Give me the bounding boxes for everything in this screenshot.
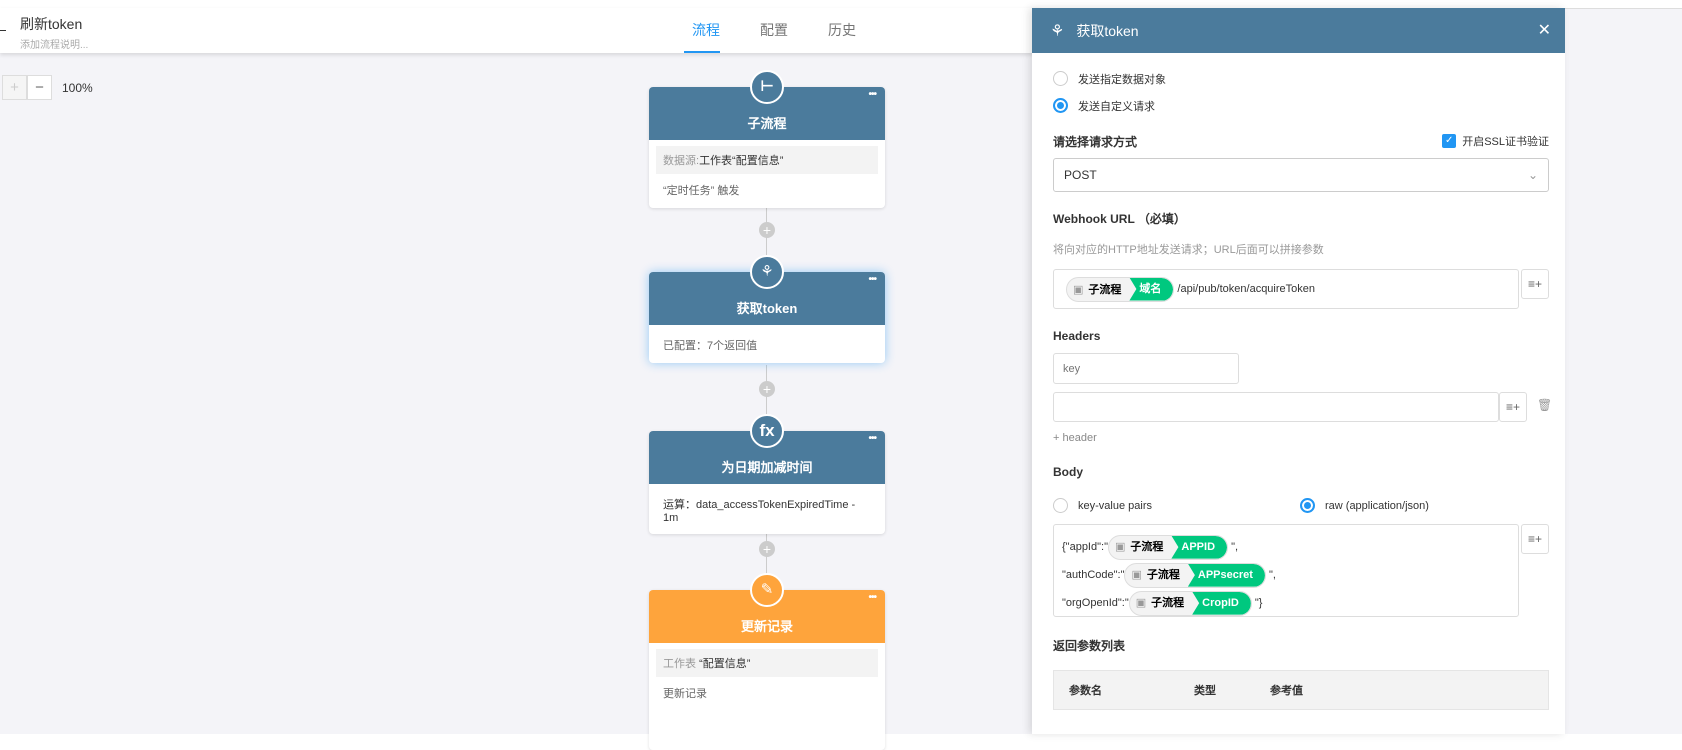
edit-icon: ✎: [750, 573, 784, 607]
more-icon[interactable]: •••: [868, 433, 876, 444]
more-icon[interactable]: •••: [868, 592, 876, 603]
flow-description[interactable]: 添加流程说明...: [20, 36, 88, 51]
method-label: 请选择请求方式: [1053, 134, 1138, 149]
zoom-out-button[interactable]: −: [27, 75, 52, 100]
node-title: 更新记录: [740, 619, 793, 634]
calendar-icon: ▣: [1073, 284, 1084, 296]
radio-label: raw (application/json): [1325, 499, 1429, 512]
body-line: {"appId":" ▣ 子流程 APPID ",: [1062, 533, 1510, 561]
more-icon[interactable]: •••: [868, 89, 876, 100]
add-node-button[interactable]: +: [759, 541, 775, 557]
header-key-input[interactable]: [1053, 353, 1239, 384]
source-value: 工作表“配置信息”: [699, 155, 784, 167]
insert-variable-button[interactable]: ≡+: [1521, 524, 1549, 554]
delete-icon[interactable]: 🗑: [1537, 398, 1552, 412]
webhook-icon: ⚘: [1050, 22, 1065, 40]
insert-variable-button[interactable]: ≡+: [1499, 392, 1527, 422]
source-value: “配置信息”: [699, 658, 751, 670]
node-title: 为日期加减时间: [721, 460, 813, 475]
tab-history[interactable]: 历史: [808, 8, 876, 53]
variable-tag[interactable]: ▣ 子流程 APPsecret: [1124, 562, 1266, 588]
node-text: 运算：data_accessTokenExpiredTime - 1m: [663, 499, 856, 524]
checkbox-checked-icon[interactable]: ✓: [1442, 134, 1457, 148]
node-text: “定时任务” 触发: [663, 185, 740, 197]
body-label: Body: [1053, 465, 1083, 479]
header-value-input[interactable]: [1053, 392, 1499, 422]
top-bar: 刷新token 添加流程说明... 流程 配置 历史: [0, 8, 1040, 53]
more-icon[interactable]: •••: [868, 274, 876, 285]
body-json-input[interactable]: {"appId":" ▣ 子流程 APPID ", "authCode":" ▣ 子流程 A…: [1053, 524, 1519, 617]
zoom-in-button[interactable]: +: [2, 75, 27, 100]
add-node-button[interactable]: +: [759, 222, 775, 238]
radio-label: key-value pairs: [1078, 499, 1152, 512]
url-suffix: /api/pub/token/acquireToken: [1177, 283, 1316, 295]
radio-circle[interactable]: [1053, 498, 1068, 513]
column-header: 参考值: [1270, 685, 1303, 697]
variable-tag[interactable]: ▣ 子流程 APPID: [1107, 534, 1229, 560]
column-header: 类型: [1194, 685, 1216, 697]
ssl-checkbox[interactable]: ✓ 开启SSL证书验证: [1442, 133, 1549, 149]
add-node-button[interactable]: +: [759, 381, 775, 397]
node-title: 子流程: [747, 116, 787, 131]
radio-circle[interactable]: [1053, 98, 1068, 113]
radio-label: 发送指定数据对象: [1078, 73, 1166, 86]
tab-config[interactable]: 配置: [740, 8, 808, 53]
variable-tag[interactable]: ▣ 子流程 域名: [1066, 276, 1175, 302]
method-value: POST: [1064, 168, 1097, 182]
add-header-button[interactable]: + header: [1053, 432, 1549, 444]
panel-title: 获取token: [1076, 22, 1139, 39]
back-icon[interactable]: [0, 30, 6, 31]
zoom-level: 100%: [62, 80, 93, 95]
flow-title[interactable]: 刷新token: [20, 14, 82, 34]
zoom-controls: + − 100%: [2, 75, 93, 100]
node-text: 已配置：7个返回值: [663, 340, 758, 352]
ssl-label: 开启SSL证书验证: [1462, 136, 1549, 148]
subprocess-icon: ⊢: [750, 70, 784, 104]
return-params-table-header: 参数名 类型 参考值: [1053, 670, 1549, 710]
headers-label: Headers: [1053, 329, 1101, 343]
radio-raw-json[interactable]: raw (application/json): [1300, 492, 1429, 519]
tab-flow[interactable]: 流程: [672, 8, 740, 53]
node-title: 获取token: [736, 301, 798, 316]
node-date-calc[interactable]: fx ••• 为日期加减时间 运算：data_accessTokenExpiredT…: [649, 414, 885, 534]
radio-key-value[interactable]: key-value pairs: [1053, 492, 1300, 519]
node-config-panel: ⚘ 获取token ✕ 发送指定数据对象 发送自定义请求 请选择请求方式 ✓ 开启S…: [1032, 8, 1565, 734]
variable-tag[interactable]: ▣ 子流程 CropID: [1128, 590, 1252, 616]
close-button[interactable]: ✕: [1538, 20, 1551, 40]
method-select[interactable]: POST ⌄: [1053, 158, 1549, 192]
column-header: 参数名: [1069, 685, 1102, 697]
radio-circle[interactable]: [1300, 498, 1315, 513]
body-line: "authCode":" ▣ 子流程 APPsecret ",: [1062, 561, 1510, 589]
webhook-url-input[interactable]: ▣ 子流程 域名 /api/pub/token/acquireToken: [1053, 269, 1519, 309]
return-params-label: 返回参数列表: [1053, 639, 1126, 653]
calendar-icon: ▣: [1114, 541, 1126, 554]
radio-label: 发送自定义请求: [1078, 100, 1155, 113]
fx-icon: fx: [750, 414, 784, 448]
node-update-record[interactable]: ✎ ••• 更新记录 工作表 “配置信息” 更新记录: [649, 573, 885, 750]
webhook-label: Webhook URL （必填）: [1053, 212, 1186, 226]
node-text: 更新记录: [663, 688, 707, 700]
radio-send-object[interactable]: 发送指定数据对象: [1053, 65, 1549, 92]
node-subprocess[interactable]: ⊢ ••• 子流程 数据源:工作表“配置信息” “定时任务” 触发: [649, 70, 885, 208]
webhook-icon: ⚘: [750, 255, 784, 289]
radio-custom-request[interactable]: 发送自定义请求: [1053, 92, 1549, 119]
source-label: 工作表: [663, 658, 696, 670]
webhook-hint: 将向对应的HTTP地址发送请求；URL后面可以拼接参数: [1053, 244, 1324, 256]
body-line: "orgOpenId":" ▣ 子流程 CropID "}: [1062, 589, 1510, 617]
insert-variable-button[interactable]: ≡+: [1521, 269, 1549, 299]
calendar-icon: ▣: [1131, 569, 1142, 582]
radio-circle[interactable]: [1053, 71, 1068, 86]
node-get-token[interactable]: ⚘ ••• 获取token 已配置：7个返回值: [649, 255, 885, 363]
chevron-down-icon: ⌄: [1527, 168, 1538, 182]
calendar-icon: ▣: [1135, 597, 1147, 610]
source-label: 数据源:: [663, 155, 700, 167]
